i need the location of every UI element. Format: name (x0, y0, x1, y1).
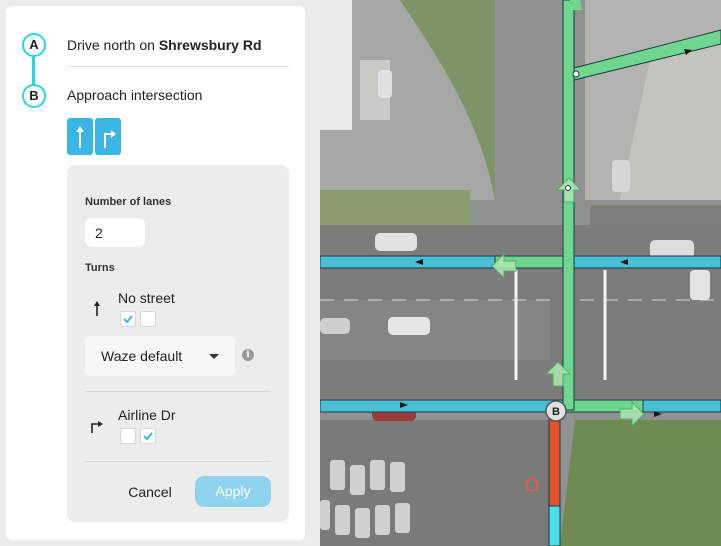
parked-car (388, 317, 430, 335)
grass-area (560, 420, 721, 546)
parked-car (378, 70, 392, 98)
chevron-down-icon (209, 354, 219, 359)
lane-1-checkbox[interactable] (120, 428, 136, 444)
step-connector (32, 55, 35, 85)
checkmark-icon (123, 315, 133, 324)
parked-car (612, 160, 630, 192)
map-view[interactable]: B (320, 0, 721, 546)
turn-right-icon (91, 421, 103, 433)
parked-car (320, 318, 350, 334)
divider (85, 391, 271, 392)
divider (85, 461, 271, 462)
guidance-dropdown[interactable]: Waze default (85, 336, 235, 376)
checkmark-icon (143, 432, 153, 441)
step-a-prefix: Drive north on (67, 37, 159, 53)
step-b-text: Approach intersection (67, 87, 203, 103)
step-a-street: Shrewsbury Rd (158, 37, 262, 53)
grass-area (320, 190, 470, 225)
map-node[interactable] (565, 185, 571, 191)
junction-node-label: B (552, 406, 560, 418)
road-segment-selected[interactable] (562, 0, 575, 411)
step-b-marker: B (22, 84, 46, 108)
building-roof (320, 0, 352, 130)
divider (67, 66, 289, 67)
turn-right-icon (104, 130, 116, 148)
road-segment-approach[interactable] (548, 411, 561, 507)
lanes-count-input[interactable] (85, 218, 145, 247)
guidance-dropdown-value: Waze default (101, 348, 183, 364)
lanes-count-label: Number of lanes (85, 196, 172, 208)
apply-button[interactable]: Apply (195, 476, 271, 507)
arrow-up-icon (76, 126, 84, 148)
map-canvas[interactable]: B (320, 0, 721, 546)
parked-car (650, 240, 694, 258)
lane-button-right[interactable] (95, 118, 121, 155)
step-a-text: Drive north on Shrewsbury Rd (67, 37, 262, 53)
road-segment (548, 505, 561, 546)
lane-1-checkbox[interactable] (120, 311, 136, 327)
lane-2-checkbox[interactable] (140, 311, 156, 327)
lane-2-checkbox[interactable] (140, 428, 156, 444)
lane-button-straight[interactable] (67, 118, 93, 155)
parked-car (375, 233, 417, 251)
turn-street-name: No street (118, 290, 175, 306)
turn-street-name: Airline Dr (118, 407, 176, 423)
step-a-marker: A (22, 33, 46, 57)
info-icon[interactable]: i (242, 349, 254, 361)
road-segment (570, 0, 582, 10)
cancel-button[interactable]: Cancel (120, 478, 180, 506)
arrow-up-icon (94, 301, 100, 316)
parked-car (690, 270, 710, 300)
road-segment (320, 399, 721, 413)
map-node[interactable] (572, 70, 580, 78)
turns-label: Turns (85, 262, 115, 274)
